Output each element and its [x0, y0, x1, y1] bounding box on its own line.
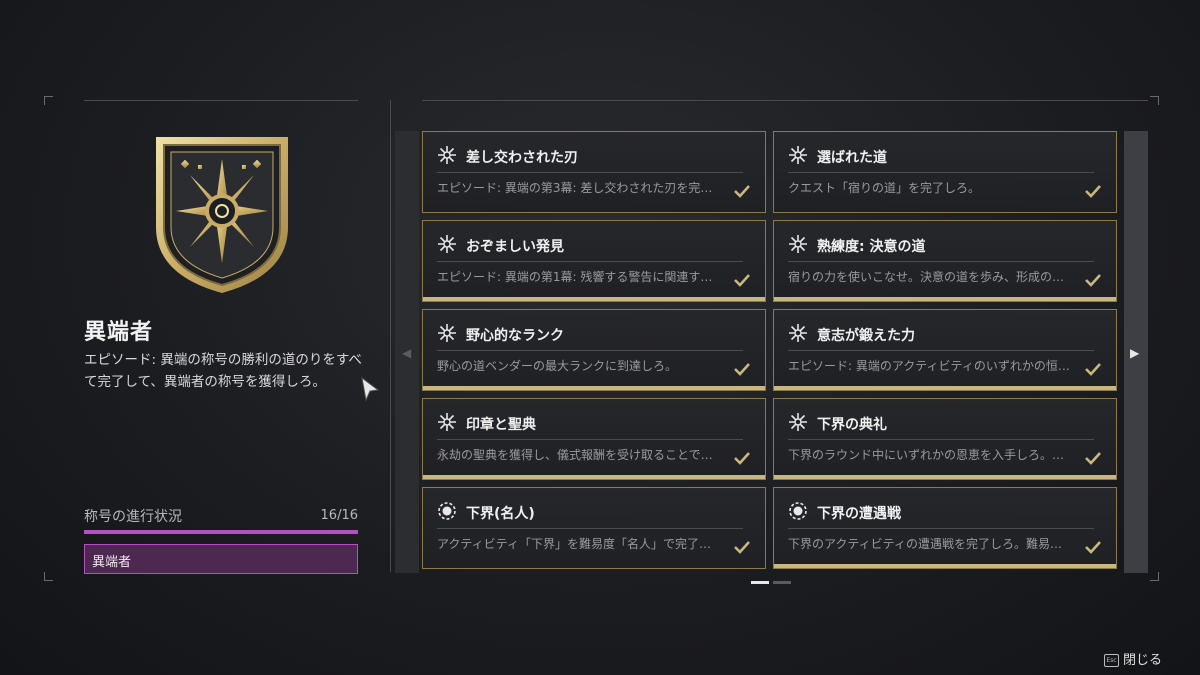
- esc-key-icon: Esc: [1104, 654, 1119, 667]
- divider: [84, 100, 358, 101]
- panel-divider: [390, 100, 391, 572]
- progress-complete-bar: [774, 297, 1116, 301]
- progress-label: 称号の進行状況: [84, 509, 182, 525]
- triumph-star-icon: [437, 323, 457, 343]
- checkmark-icon: [1084, 450, 1102, 465]
- triumph-title: 下界の遭遇戦: [817, 506, 901, 522]
- triumph-card[interactable]: 選ばれた道クエスト「宿りの道」を完了しろ。: [773, 131, 1117, 213]
- divider: [437, 350, 743, 351]
- checkmark-icon: [733, 272, 751, 287]
- page-next-icon[interactable]: ▶: [1130, 346, 1139, 360]
- triumph-description: 永劫の聖典を獲得し、儀式報酬を受け取ることで…: [437, 448, 713, 462]
- progress-complete-bar: [774, 564, 1116, 568]
- checkmark-icon: [1084, 361, 1102, 376]
- checkmark-icon: [733, 183, 751, 198]
- triumph-gear-icon: [788, 501, 808, 521]
- frame-corner: [44, 572, 53, 581]
- triumph-card[interactable]: 意志が鍛えた力エピソード: 異端のアクティビティのいずれかの恒…: [773, 309, 1117, 391]
- triumph-gear-icon: [437, 501, 457, 521]
- progress-bar: [84, 530, 358, 534]
- close-button[interactable]: Esc 閉じる: [1104, 649, 1162, 668]
- seal-description: エピソード: 異端の称号の勝利の道のりをすべて完了して、異端者の称号を獲得しろ。: [84, 352, 362, 390]
- progress-complete-bar: [423, 297, 765, 301]
- close-label: 閉じる: [1123, 653, 1163, 668]
- progress-bar-fill: [84, 530, 358, 534]
- triumph-card[interactable]: 差し交わされた刃エピソード: 異端の第3幕: 差し交わされた刃を完了しろ。: [422, 131, 766, 213]
- checkmark-icon: [1084, 539, 1102, 554]
- triumph-card[interactable]: 熟練度: 決意の道宿りの力を使いこなせ。決意の道を歩み、形成の…: [773, 220, 1117, 302]
- divider: [788, 439, 1094, 440]
- pointer-cursor-icon: [360, 376, 380, 402]
- checkmark-icon: [1084, 272, 1102, 287]
- divider: [437, 528, 743, 529]
- seal-title: 異端者: [84, 320, 154, 345]
- triumph-card[interactable]: 下界(名人) アクティビティ「下界」を難易度「名人」で完了…: [422, 487, 766, 569]
- triumph-card[interactable]: 下界の典礼下界のラウンド中にいずれかの恩恵を入手しろ。…: [773, 398, 1117, 480]
- checkmark-icon: [733, 450, 751, 465]
- triumph-card[interactable]: 野心的なランク野心の道ベンダーの最大ランクに到達しろ。: [422, 309, 766, 391]
- divider: [437, 439, 743, 440]
- triumph-star-icon: [788, 323, 808, 343]
- triumph-star-icon: [437, 412, 457, 432]
- triumph-star-icon: [788, 145, 808, 165]
- triumph-description: エピソード: 異端のアクティビティのいずれかの恒…: [788, 359, 1070, 373]
- triumph-title: 下界(名人): [466, 506, 535, 522]
- checkmark-icon: [1084, 183, 1102, 198]
- triumph-star-icon: [788, 234, 808, 254]
- triumph-description: 下界のアクティビティの遭遇戦を完了しろ。難易…: [788, 537, 1062, 551]
- triumph-title: 意志が鍛えた力: [817, 328, 915, 344]
- divider: [788, 528, 1094, 529]
- triumph-description: 宿りの力を使いこなせ。決意の道を歩み、形成の…: [788, 270, 1065, 284]
- earned-title-label: 異端者: [92, 555, 132, 570]
- page-indicator: [773, 581, 791, 584]
- triumph-card[interactable]: 印章と聖典永劫の聖典を獲得し、儀式報酬を受け取ることで…: [422, 398, 766, 480]
- progress-complete-bar: [423, 475, 765, 479]
- divider: [788, 172, 1094, 173]
- divider: [437, 261, 743, 262]
- progress-complete-bar: [423, 386, 765, 390]
- triumph-star-icon: [437, 234, 457, 254]
- progress-complete-bar: [774, 386, 1116, 390]
- checkmark-icon: [733, 361, 751, 376]
- checkmark-icon: [733, 539, 751, 554]
- triumph-card[interactable]: おぞましい発見エピソード: 異端の第1幕: 残響する警告に関連する…: [422, 220, 766, 302]
- triumph-title: 選ばれた道: [817, 150, 887, 166]
- divider: [437, 172, 743, 173]
- triumph-title: 熟練度: 決意の道: [817, 239, 926, 255]
- triumph-description: 野心の道ベンダーの最大ランクに到達しろ。: [437, 359, 678, 373]
- divider: [788, 350, 1094, 351]
- triumph-description: 下界のラウンド中にいずれかの恩恵を入手しろ。…: [788, 448, 1065, 462]
- frame-corner: [1150, 572, 1159, 581]
- divider: [788, 261, 1094, 262]
- frame-corner: [44, 96, 53, 105]
- progress-complete-bar: [774, 475, 1116, 479]
- page-indicator-active: [751, 581, 769, 584]
- triumph-description: クエスト「宿りの道」を完了しろ。: [788, 181, 981, 195]
- triumph-title: おぞましい発見: [466, 239, 564, 255]
- triumph-title: 下界の典礼: [817, 417, 887, 433]
- progress-count: 16/16: [320, 508, 358, 523]
- triumph-title: 野心的なランク: [466, 328, 564, 344]
- triumph-title: 印章と聖典: [466, 417, 536, 433]
- triumph-description: アクティビティ「下界」を難易度「名人」で完了…: [437, 537, 711, 551]
- page-prev-icon[interactable]: ◀: [402, 346, 411, 360]
- frame-corner: [1150, 96, 1159, 105]
- triumph-description: エピソード: 異端の第1幕: 残響する警告に関連する…: [437, 270, 722, 284]
- seal-emblem-icon: [154, 135, 290, 295]
- divider: [422, 100, 1148, 101]
- triumph-title: 差し交わされた刃: [466, 150, 578, 166]
- earned-title-button[interactable]: 異端者: [84, 544, 358, 574]
- triumph-description: エピソード: 異端の第3幕: 差し交わされた刃を完了しろ。: [437, 181, 722, 195]
- triumph-star-icon: [437, 145, 457, 165]
- triumph-star-icon: [788, 412, 808, 432]
- triumph-card[interactable]: 下界の遭遇戦下界のアクティビティの遭遇戦を完了しろ。難易…: [773, 487, 1117, 569]
